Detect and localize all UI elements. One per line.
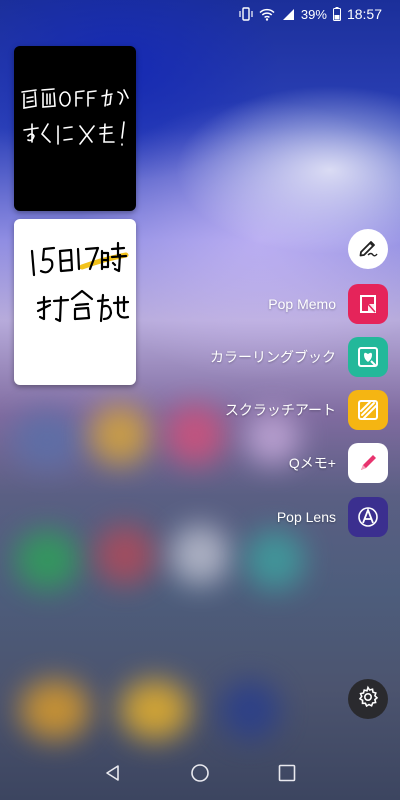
battery-percent: 39% xyxy=(300,6,327,22)
menu-label-pop-lens: Pop Lens xyxy=(276,509,336,525)
navigation-bar xyxy=(0,745,400,800)
menu-label-pop-memo: Pop Memo xyxy=(268,296,336,312)
vibrate-icon xyxy=(239,7,253,21)
menu-label-qmemo: Qメモ+ xyxy=(288,455,336,471)
pop-memo-icon xyxy=(348,284,388,324)
menu-item-scratch-art[interactable]: スクラッチアート xyxy=(225,390,388,430)
recents-icon[interactable] xyxy=(275,761,299,785)
wifi-icon xyxy=(259,8,275,21)
handwriting-screen-off xyxy=(21,88,129,146)
status-bar: 39% 18:57 xyxy=(0,0,400,28)
pen-write-icon xyxy=(357,236,379,263)
back-icon[interactable] xyxy=(101,761,125,785)
memo-card-meeting[interactable] xyxy=(14,219,136,385)
qmemo-pen-icon xyxy=(348,443,388,483)
home-icon[interactable] xyxy=(188,761,212,785)
coloring-book-icon xyxy=(348,337,388,377)
menu-item-coloring-book[interactable]: カラーリングブック xyxy=(210,337,388,377)
battery-icon xyxy=(332,7,341,21)
gear-icon xyxy=(356,685,380,714)
memo-pen-button[interactable] xyxy=(348,229,388,269)
pop-lens-icon xyxy=(348,497,388,537)
memo-card-screen-off[interactable] xyxy=(14,46,136,211)
settings-button[interactable] xyxy=(348,679,388,719)
menu-label-scratch-art: スクラッチアート xyxy=(224,402,336,418)
clock: 18:57 xyxy=(346,6,382,22)
scratch-art-icon xyxy=(348,390,388,430)
signal-icon xyxy=(281,8,295,21)
handwriting-meeting xyxy=(30,241,130,323)
menu-item-pop-lens[interactable]: Pop Lens xyxy=(277,497,388,537)
menu-label-coloring-book: カラーリングブック xyxy=(210,349,336,365)
menu-item-pop-memo[interactable]: Pop Memo xyxy=(268,284,388,324)
menu-item-qmemo[interactable]: Qメモ+ xyxy=(289,443,388,483)
